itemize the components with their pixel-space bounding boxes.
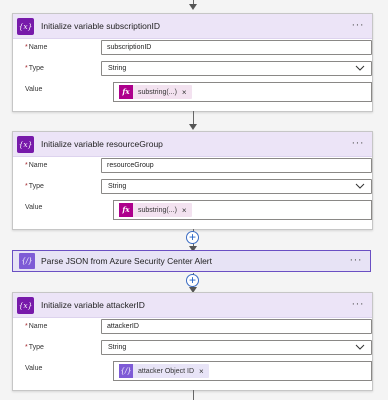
type-label: *Type — [25, 183, 44, 190]
type-label: *Type — [25, 344, 44, 351]
parse-json-icon: {/} — [19, 253, 35, 269]
value-input[interactable]: fx substring(...) × — [113, 82, 372, 102]
type-select[interactable]: String — [101, 179, 372, 194]
more-options-icon[interactable]: ··· — [350, 251, 363, 270]
type-select[interactable]: String — [101, 61, 372, 76]
token-label: substring(...) — [138, 88, 177, 96]
expression-token[interactable]: fx substring(...) × — [119, 85, 192, 99]
action-card-attackerid[interactable]: {x} Initialize variable attackerID ··· *… — [12, 292, 373, 391]
value-label: Value — [25, 204, 43, 211]
required-marker: * — [25, 44, 28, 51]
name-label: *Name — [25, 323, 47, 330]
connector-arrow-icon — [189, 124, 197, 130]
close-icon[interactable]: × — [199, 367, 204, 376]
card-header[interactable]: {x} Initialize variable subscriptionID ·… — [13, 14, 372, 39]
type-label-text: Type — [28, 65, 44, 72]
variable-curly-x-icon: {x} — [17, 136, 34, 153]
name-input[interactable]: subscriptionID — [101, 40, 372, 55]
name-label-text: Name — [28, 162, 48, 169]
type-select[interactable]: String — [101, 340, 372, 355]
required-marker: * — [25, 65, 28, 72]
name-label-text: Name — [28, 323, 48, 330]
fx-icon: fx — [119, 203, 133, 217]
value-label: Value — [25, 86, 43, 93]
type-select-value: String — [108, 183, 127, 190]
action-card-resourcegroup[interactable]: {x} Initialize variable resourceGroup ··… — [12, 131, 373, 230]
required-marker: * — [25, 344, 28, 351]
connector-line — [193, 111, 194, 125]
type-label: *Type — [25, 65, 44, 72]
chevron-down-icon — [355, 344, 365, 350]
parse-json-icon: {/} — [119, 364, 133, 378]
name-label: *Name — [25, 44, 47, 51]
card-title: Initialize variable resourceGroup — [41, 139, 163, 149]
name-field-row: *Name resourceGroup — [13, 158, 372, 178]
token-label: attacker Object ID — [138, 367, 195, 375]
type-select-value: String — [108, 344, 127, 351]
action-card-parse-json[interactable]: {/} Parse JSON from Azure Security Cente… — [12, 250, 371, 272]
more-options-icon[interactable]: ··· — [352, 14, 365, 36]
expression-token[interactable]: fx substring(...) × — [119, 203, 192, 217]
type-label-text: Type — [28, 183, 44, 190]
card-title: Initialize variable attackerID — [41, 300, 145, 310]
required-marker: * — [25, 323, 28, 330]
more-options-icon[interactable]: ··· — [352, 293, 365, 315]
connector-line — [193, 390, 194, 400]
value-input[interactable]: fx substring(...) × — [113, 200, 372, 220]
close-icon[interactable]: × — [182, 206, 187, 215]
type-field-row: *Type String — [13, 61, 372, 81]
name-field-row: *Name attackerID — [13, 319, 372, 339]
close-icon[interactable]: × — [182, 88, 187, 97]
name-input[interactable]: resourceGroup — [101, 158, 372, 173]
add-step-button[interactable]: + — [186, 231, 199, 244]
card-header[interactable]: {x} Initialize variable attackerID ··· — [13, 293, 372, 318]
required-marker: * — [25, 162, 28, 169]
value-input[interactable]: {/} attacker Object ID × — [113, 361, 372, 381]
type-field-row: *Type String — [13, 340, 372, 360]
value-field-row: Value {/} attacker Object ID × — [13, 361, 372, 381]
type-select-value: String — [108, 65, 127, 72]
type-label-text: Type — [28, 344, 44, 351]
name-field-row: *Name subscriptionID — [13, 40, 372, 60]
variable-curly-x-icon: {x} — [17, 297, 34, 314]
more-options-icon[interactable]: ··· — [352, 132, 365, 154]
chevron-down-icon — [355, 65, 365, 71]
card-title: Initialize variable subscriptionID — [41, 21, 161, 31]
required-marker: * — [25, 183, 28, 190]
name-label-text: Name — [28, 44, 48, 51]
value-label: Value — [25, 365, 43, 372]
type-field-row: *Type String — [13, 179, 372, 199]
add-step-button[interactable]: + — [186, 274, 199, 287]
chevron-down-icon — [355, 183, 365, 189]
name-label: *Name — [25, 162, 47, 169]
variable-curly-x-icon: {x} — [17, 18, 34, 35]
token-label: substring(...) — [138, 206, 177, 214]
value-field-row: Value fx substring(...) × — [13, 200, 372, 220]
name-input[interactable]: attackerID — [101, 319, 372, 334]
dynamic-content-token[interactable]: {/} attacker Object ID × — [119, 364, 209, 378]
action-card-subscriptionid[interactable]: {x} Initialize variable subscriptionID ·… — [12, 13, 373, 112]
card-header[interactable]: {x} Initialize variable resourceGroup ··… — [13, 132, 372, 157]
fx-icon: fx — [119, 85, 133, 99]
card-title: Parse JSON from Azure Security Center Al… — [41, 256, 213, 266]
connector-arrow-icon — [189, 4, 197, 10]
value-field-row: Value fx substring(...) × — [13, 82, 372, 102]
